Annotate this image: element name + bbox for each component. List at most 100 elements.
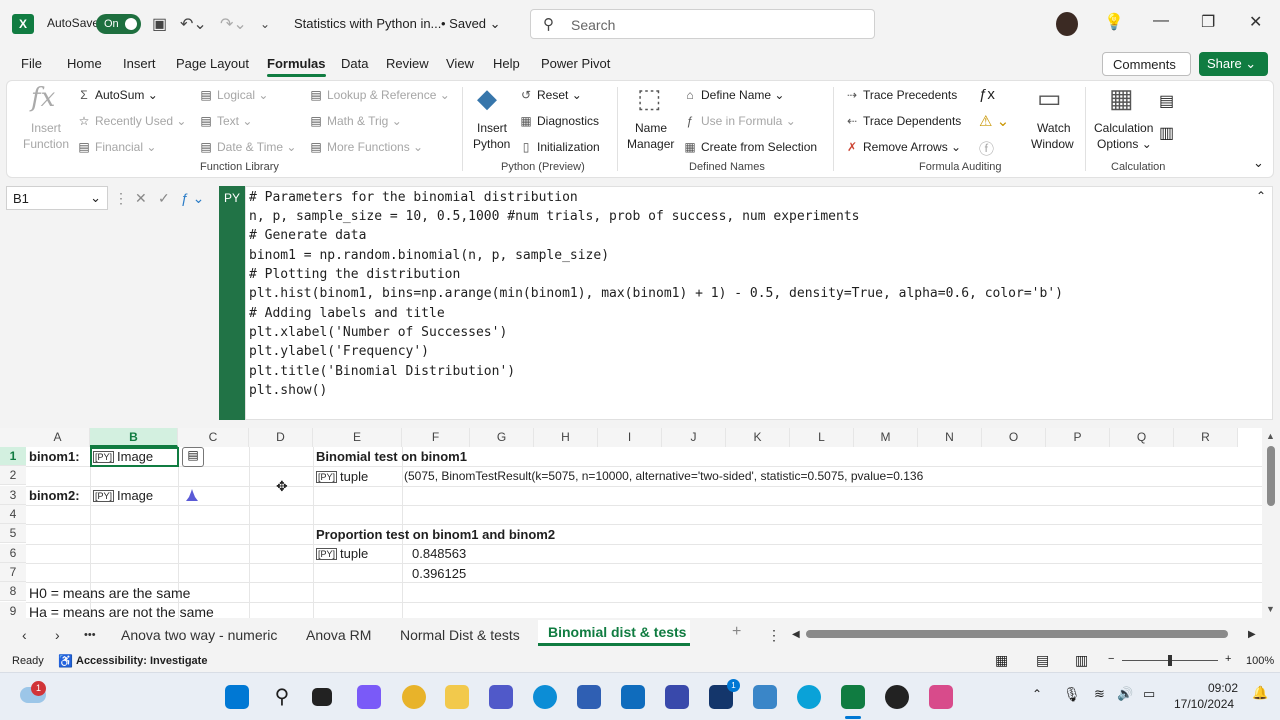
battery-icon[interactable]: ▭	[1143, 686, 1155, 702]
cell-f7[interactable]: 0.396125	[412, 566, 466, 581]
horizontal-scrollbar-thumb[interactable]	[806, 630, 1228, 638]
cell-a8[interactable]: H0 = means are the same	[29, 585, 190, 601]
calculation-options-label-2[interactable]: Options ⌄	[1097, 137, 1152, 151]
error-checking-icon[interactable]: ⚠ ⌄	[979, 112, 1009, 130]
select-all-corner[interactable]	[0, 428, 26, 447]
collapse-ribbon-icon[interactable]: ⌄	[1253, 155, 1264, 171]
column-header[interactable]: J	[662, 428, 726, 447]
store-icon[interactable]	[577, 685, 601, 709]
name-manager-label-2[interactable]: Manager	[627, 137, 674, 151]
search-icon[interactable]: ⚲	[270, 685, 294, 709]
column-header[interactable]: H	[534, 428, 598, 447]
row-header[interactable]: 4	[0, 505, 26, 524]
formula-code-editor[interactable]: # Parameters for the binomial distributi…	[245, 186, 1273, 420]
sheet-tab-anova-rm[interactable]: Anova RM	[306, 627, 371, 643]
column-header[interactable]: F	[402, 428, 470, 447]
name-box[interactable]: B1 ⌄	[6, 186, 108, 210]
column-header[interactable]: P	[1046, 428, 1110, 447]
copilot-icon[interactable]	[357, 685, 381, 709]
saved-status[interactable]: • Saved ⌄	[441, 16, 501, 32]
clock-time[interactable]: 09:02	[1208, 681, 1238, 695]
tab-file[interactable]: File	[21, 56, 42, 71]
vertical-scrollbar[interactable]: ▲ ▼	[1263, 428, 1280, 618]
start-icon[interactable]	[225, 685, 249, 709]
collapse-formula-bar-icon[interactable]: ⌃	[1256, 189, 1266, 203]
lightbulb-icon[interactable]: 💡	[1104, 12, 1124, 32]
customize-qat-icon[interactable]: ⌄	[260, 17, 270, 31]
watch-window-label-2[interactable]: Window	[1031, 137, 1074, 151]
tab-power-pivot[interactable]: Power Pivot	[541, 56, 610, 71]
math-trig-button[interactable]: ▤ Math & Trig ⌄	[309, 114, 401, 128]
scroll-up-icon[interactable]: ▲	[1266, 431, 1275, 441]
notification-bell-icon[interactable]: 🔔	[1252, 685, 1268, 701]
calculate-sheet-icon[interactable]: ▥	[1159, 123, 1174, 143]
column-header[interactable]: K	[726, 428, 790, 447]
insert-python-label-2[interactable]: Python	[473, 137, 510, 151]
teams-icon[interactable]	[489, 685, 513, 709]
document-title[interactable]: Statistics with Python in...	[294, 16, 441, 31]
cell-e5[interactable]: Proportion test on binom1 and binom2	[316, 527, 555, 542]
date-time-button[interactable]: ▤ Date & Time ⌄	[199, 140, 296, 154]
photos-icon[interactable]	[753, 685, 777, 709]
scrollbar-thumb[interactable]	[1267, 446, 1275, 506]
more-options-icon[interactable]: ⋮	[114, 190, 128, 207]
histogram-thumbnail-icon[interactable]	[185, 488, 199, 502]
scroll-down-icon[interactable]: ▼	[1266, 604, 1275, 614]
autosum-button[interactable]: Σ AutoSum ⌄	[77, 88, 157, 102]
chrome-icon[interactable]	[402, 685, 426, 709]
trace-precedents-button[interactable]: ⇢ Trace Precedents	[845, 88, 957, 102]
minimize-icon[interactable]: —	[1153, 12, 1169, 30]
enter-icon[interactable]: ✓	[158, 190, 170, 207]
tab-home[interactable]: Home	[67, 56, 102, 71]
next-sheet-icon[interactable]: ›	[55, 627, 60, 643]
scroll-right-icon[interactable]: ▶	[1248, 629, 1256, 640]
media-player-icon[interactable]	[885, 685, 909, 709]
financial-button[interactable]: ▤ Financial ⌄	[77, 140, 156, 154]
watch-window-label-1[interactable]: Watch	[1037, 121, 1071, 135]
cell-e6[interactable]: [PY] tuple	[316, 546, 368, 561]
calculate-now-icon[interactable]: ▤	[1159, 91, 1174, 111]
tray-chevron-icon[interactable]: ⌃	[1032, 687, 1042, 701]
diagnostics-button[interactable]: ▦ Diagnostics	[519, 114, 599, 128]
microphone-icon[interactable]: 🎙	[1063, 686, 1081, 703]
autosave-toggle[interactable]: On	[96, 14, 141, 34]
cell-b1[interactable]: [PY] Image	[93, 449, 153, 464]
column-header[interactable]: C	[178, 428, 249, 447]
evaluate-formula-icon[interactable]: ⓕ	[979, 138, 994, 159]
zoom-level[interactable]: 100%	[1246, 655, 1274, 667]
cell-a3[interactable]: binom2:	[29, 488, 80, 503]
cell-b3[interactable]: [PY] Image	[93, 488, 153, 503]
recently-used-button[interactable]: ☆ Recently Used ⌄	[77, 114, 187, 128]
column-header[interactable]: A	[26, 428, 90, 447]
row-header[interactable]: 2	[0, 466, 26, 485]
row-header[interactable]: 3	[0, 486, 26, 505]
cell-f2[interactable]: (5075, BinomTestResult(k=5075, n=10000, …	[404, 469, 982, 483]
skype-icon[interactable]	[797, 685, 821, 709]
more-sheets-button[interactable]: •••	[84, 629, 96, 641]
zoom-in-icon[interactable]: +	[1225, 653, 1231, 665]
column-header[interactable]: R	[1174, 428, 1238, 447]
sheet-tab-anova-two-way[interactable]: Anova two way - numeric	[121, 627, 277, 643]
initialization-button[interactable]: ▯ Initialization	[519, 140, 600, 154]
scroll-left-icon[interactable]: ◀	[792, 629, 800, 640]
logical-button[interactable]: ▤ Logical ⌄	[199, 88, 268, 102]
column-header[interactable]: O	[982, 428, 1046, 447]
column-header[interactable]: N	[918, 428, 982, 447]
column-header[interactable]: Q	[1110, 428, 1174, 447]
tab-insert[interactable]: Insert	[123, 56, 156, 71]
define-name-button[interactable]: ⌂ Define Name ⌄	[683, 88, 784, 102]
reset-button[interactable]: ↺ Reset ⌄	[519, 88, 582, 102]
calculation-options-label-1[interactable]: Calculation	[1094, 121, 1153, 135]
use-in-formula-button[interactable]: ƒ Use in Formula ⌄	[683, 114, 796, 128]
row-header[interactable]: 8	[0, 582, 26, 601]
cancel-icon[interactable]: ✕	[135, 190, 147, 207]
sheet-options-button[interactable]: ⋮	[767, 627, 781, 644]
page-layout-view-icon[interactable]: ▤	[1036, 652, 1049, 669]
row-header[interactable]: 5	[0, 524, 26, 543]
column-header[interactable]: M	[854, 428, 918, 447]
close-icon[interactable]: ✕	[1249, 12, 1262, 32]
app-icon[interactable]	[665, 685, 689, 709]
sheet-tab-binomial-dist[interactable]: Binomial dist & tests	[548, 624, 686, 640]
wifi-icon[interactable]: ≋	[1094, 686, 1105, 702]
excel-taskbar-icon[interactable]	[841, 685, 865, 709]
